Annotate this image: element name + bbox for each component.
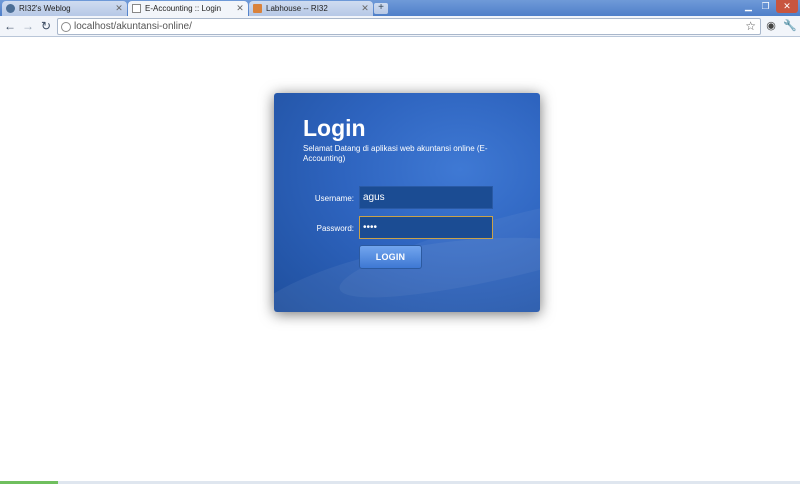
minimize-icon[interactable]: ▁: [740, 0, 757, 13]
page-info-icon: [61, 21, 71, 32]
forward-arrow-icon[interactable]: →: [20, 18, 36, 34]
browser-toolbar: ← → ↻ ☆ ◉ 🔧: [0, 16, 800, 37]
close-tab-icon[interactable]: ✕: [235, 3, 245, 14]
welcome-text: Selamat Datang di aplikasi web akuntansi…: [303, 144, 488, 163]
page-title: Login: [303, 115, 366, 141]
tab-ri32-weblog[interactable]: RI32's Weblog ✕: [2, 1, 127, 16]
wordpress-icon: [6, 4, 15, 13]
page-icon: [132, 4, 141, 13]
restore-icon[interactable]: ❐: [757, 0, 774, 13]
reload-icon[interactable]: ↻: [38, 18, 54, 34]
password-label: Password:: [316, 224, 354, 233]
new-tab-button[interactable]: +: [374, 3, 388, 14]
login-panel: Login Selamat Datang di aplikasi web aku…: [274, 93, 540, 312]
back-arrow-icon[interactable]: ←: [2, 18, 18, 34]
labhouse-icon: [253, 4, 262, 13]
close-tab-icon[interactable]: ✕: [360, 3, 370, 14]
tab-e-accounting[interactable]: E-Accounting :: Login ✕: [128, 1, 248, 16]
tab-title: RI32's Weblog: [19, 4, 71, 13]
close-tab-icon[interactable]: ✕: [114, 3, 124, 14]
address-bar[interactable]: ☆: [57, 18, 761, 35]
wrench-icon[interactable]: 🔧: [783, 19, 797, 33]
close-icon[interactable]: ✕: [776, 0, 798, 13]
login-button[interactable]: LOGIN: [359, 245, 422, 269]
username-input[interactable]: [359, 186, 493, 209]
page-menu-icon[interactable]: ◉: [764, 19, 778, 33]
tab-title: E-Accounting :: Login: [145, 4, 222, 13]
star-icon[interactable]: ☆: [745, 19, 756, 33]
username-label: Username:: [314, 194, 354, 203]
tab-title: Labhouse -- RI32: [266, 4, 328, 13]
tab-strip: RI32's Weblog ✕ E-Accounting :: Login ✕ …: [0, 0, 800, 16]
address-input[interactable]: [74, 21, 734, 32]
password-input[interactable]: [359, 216, 493, 239]
tab-labhouse[interactable]: Labhouse -- RI32 ✕: [249, 1, 373, 16]
